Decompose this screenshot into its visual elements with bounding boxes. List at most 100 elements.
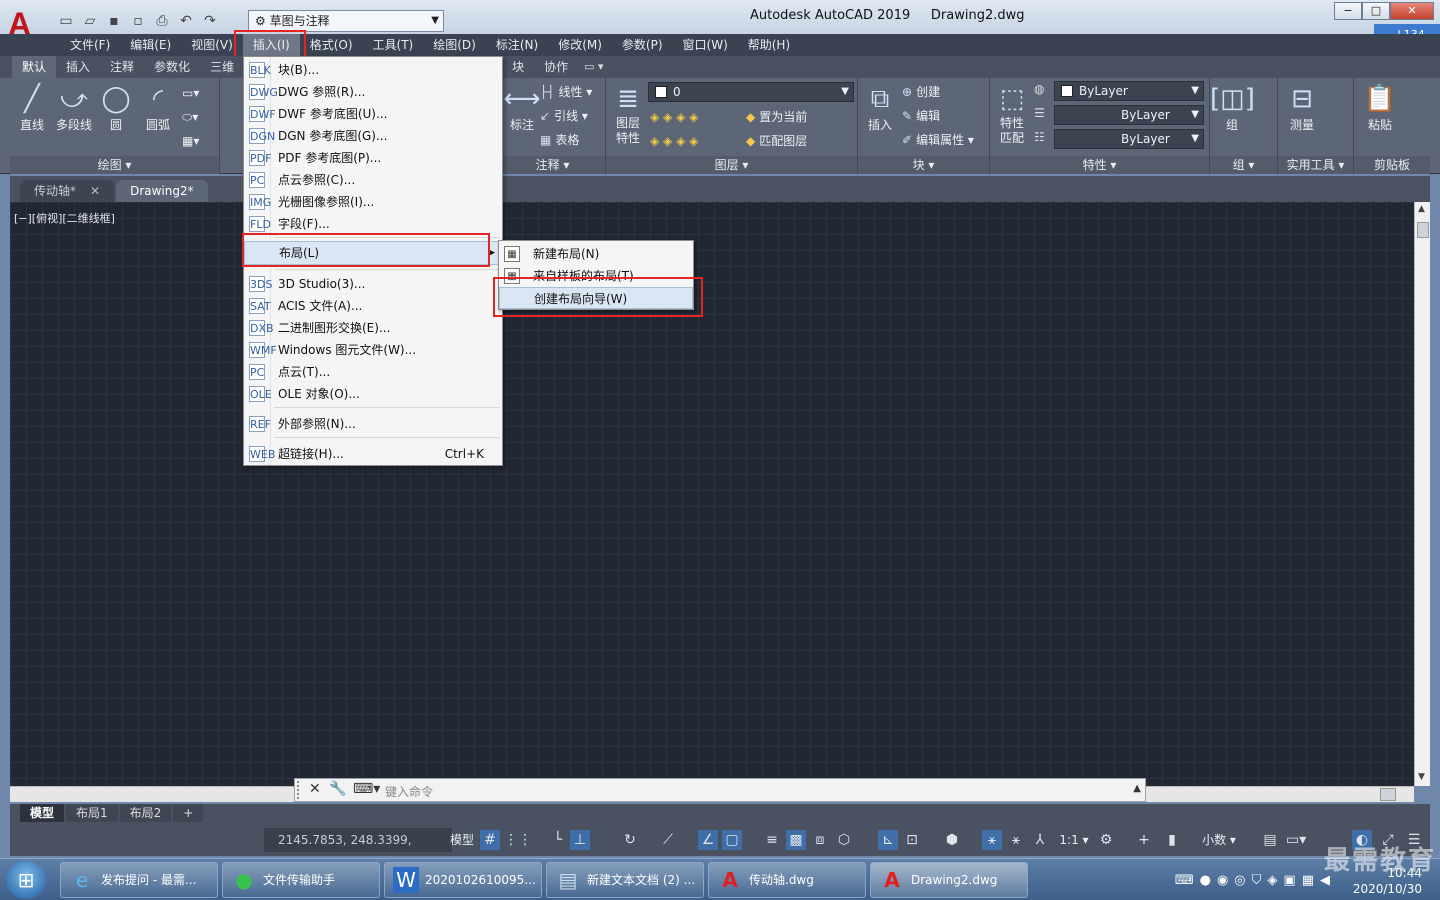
- menu-item-3d-studio[interactable]: 3DS 3D Studio(3)...: [244, 273, 502, 295]
- linetype-dropdown[interactable]: ByLayer ▼: [1054, 105, 1204, 125]
- 3d-osnap-icon[interactable]: ⬡: [834, 830, 854, 850]
- units-dropdown[interactable]: 小数 ▾: [1184, 828, 1254, 852]
- menu-item-point-cloud[interactable]: PC 点云(T)...: [244, 361, 502, 383]
- viewport-controls[interactable]: [−][俯视][二维线框]: [14, 210, 115, 226]
- close-icon[interactable]: ✕: [309, 781, 321, 797]
- grid-icon[interactable]: #: [480, 830, 500, 850]
- close-icon[interactable]: ✕: [90, 184, 100, 198]
- weibo-icon[interactable]: ◎: [1234, 873, 1245, 888]
- command-prompt-icon[interactable]: ⌨▾: [353, 781, 380, 797]
- set-current-button[interactable]: ◆ 置为当前: [746, 106, 807, 128]
- doc-tab-drawing2[interactable]: Drawing2*: [116, 180, 208, 202]
- scroll-thumb[interactable]: [1417, 222, 1429, 238]
- menu-draw[interactable]: 绘图(D): [423, 34, 486, 56]
- auto-scale-icon[interactable]: ⚹: [1006, 830, 1026, 850]
- taskbar-item-ie[interactable]: e 发布提问 - 最需...: [60, 862, 218, 898]
- submenu-item-new-layout[interactable]: ▦ 新建布局(N): [499, 243, 693, 265]
- taskbar-item-autocad-drawing2[interactable]: A Drawing2.dwg: [870, 862, 1028, 898]
- ortho-icon[interactable]: └: [548, 830, 568, 850]
- menu-item-block[interactable]: BLK 块(B)...: [244, 59, 502, 81]
- layer-properties-button[interactable]: ≣ 图层 特性: [606, 82, 650, 146]
- properties-icon[interactable]: ▤: [1260, 830, 1280, 850]
- panel-clipboard-title[interactable]: 剪贴板: [1354, 156, 1430, 174]
- menu-window[interactable]: 窗口(W): [673, 34, 738, 56]
- menu-item-point-cloud-reference[interactable]: PC 点云参照(C)...: [244, 169, 502, 191]
- taskbar-item-wechat[interactable]: ● 文件传输助手: [222, 862, 380, 898]
- gear-icon[interactable]: ⚙: [1096, 830, 1116, 850]
- drawing-canvas[interactable]: [10, 202, 1414, 786]
- gradient-icon[interactable]: ▦▾: [182, 130, 199, 152]
- tab-insert[interactable]: 插入: [56, 56, 100, 78]
- polar-icon[interactable]: ⊥: [570, 830, 590, 850]
- menu-item-dgn-underlay[interactable]: DGN DGN 参考底图(G)...: [244, 125, 502, 147]
- linear-button[interactable]: ├┤ 线性 ▾: [540, 81, 592, 103]
- menu-modify[interactable]: 修改(M): [548, 34, 612, 56]
- table-button[interactable]: ▦ 表格: [540, 129, 579, 151]
- lineweight-dropdown[interactable]: ByLayer ▼: [1054, 129, 1204, 149]
- layer-tools-row2-icon[interactable]: ◈ ◈ ◈ ◈: [650, 130, 698, 152]
- annotation-scale-icon[interactable]: ⅄: [1030, 830, 1050, 850]
- menu-item-pdf-underlay[interactable]: PDF PDF 参考底图(P)...: [244, 147, 502, 169]
- polyline-button[interactable]: ⤻ 多段线: [52, 82, 96, 133]
- taskbar-item-notepad[interactable]: ▤ 新建文本文档 (2) ...: [546, 862, 704, 898]
- panel-layers-title[interactable]: 图层 ▾: [606, 156, 857, 174]
- keyboard-icon[interactable]: ⌨: [1175, 873, 1194, 888]
- panel-properties-title[interactable]: 特性 ▾: [990, 156, 1209, 174]
- arc-button[interactable]: ◜ 圆弧: [136, 82, 180, 133]
- minimize-button[interactable]: −: [1334, 2, 1362, 20]
- tab-block[interactable]: 块: [502, 56, 534, 78]
- paste-button[interactable]: 📋 粘贴: [1358, 82, 1402, 133]
- network-icon[interactable]: ▦: [1302, 873, 1314, 888]
- hatch-icon[interactable]: ⬭▾: [182, 106, 198, 128]
- line-button[interactable]: ╱ 直线: [10, 82, 54, 133]
- color-dropdown[interactable]: ByLayer ▼: [1054, 81, 1204, 101]
- menu-edit[interactable]: 编辑(E): [120, 34, 181, 56]
- menu-item-field[interactable]: FLD 字段(F)...: [244, 213, 502, 235]
- dimension-button[interactable]: ⟷ 标注: [500, 82, 544, 133]
- layout-tab-layout2[interactable]: 布局2: [119, 804, 172, 822]
- menu-item-acis-file[interactable]: SAT ACIS 文件(A)...: [244, 295, 502, 317]
- menu-item-layout[interactable]: 布局(L) ▶: [244, 241, 502, 265]
- menu-item-dwg-reference[interactable]: DWG DWG 参照(R)...: [244, 81, 502, 103]
- save-icon[interactable]: ▪: [104, 12, 124, 30]
- hardware-acceleration-icon[interactable]: ▭▾: [1286, 830, 1306, 850]
- menu-tools[interactable]: 工具(T): [363, 34, 424, 56]
- cube-icon[interactable]: ◈: [1267, 873, 1277, 888]
- group-button[interactable]: [◫] 组: [1210, 82, 1255, 133]
- tab-3d[interactable]: 三维: [200, 56, 244, 78]
- maximize-button[interactable]: □: [1362, 2, 1390, 20]
- new-file-icon[interactable]: ▭: [56, 12, 76, 30]
- menu-item-dxb[interactable]: DXB 二进制图形交换(E)...: [244, 317, 502, 339]
- menu-help[interactable]: 帮助(H): [738, 34, 800, 56]
- object-snap-icon[interactable]: ∠: [698, 830, 718, 850]
- panel-groups-title[interactable]: 组 ▾: [1210, 156, 1277, 174]
- vertical-scrollbar[interactable]: ▲ ▼: [1414, 202, 1430, 786]
- model-space-button[interactable]: 模型: [448, 828, 476, 852]
- annotation-visibility-icon[interactable]: ⚹: [982, 830, 1002, 850]
- layout-tab-model[interactable]: 模型: [20, 804, 65, 822]
- redo-icon[interactable]: ↷: [200, 12, 220, 30]
- menu-view[interactable]: 视图(V): [181, 34, 243, 56]
- taskbar-item-word[interactable]: W 2020102610095...: [384, 862, 542, 898]
- selection-cycling-icon[interactable]: ⧈: [810, 830, 830, 850]
- chevron-up-icon[interactable]: ▲: [1133, 783, 1141, 794]
- plus-icon[interactable]: +: [1134, 830, 1154, 850]
- add-layout-button[interactable]: +: [173, 804, 204, 822]
- lineweight-icon[interactable]: ☷: [1034, 130, 1045, 144]
- menu-dimension[interactable]: 标注(N): [486, 34, 548, 56]
- menu-item-external-references[interactable]: REF 外部参照(N)...: [244, 413, 502, 435]
- circle-button[interactable]: ◯ 圆: [94, 82, 138, 133]
- tab-collaborate[interactable]: 协作: [534, 56, 578, 78]
- leader-button[interactable]: ↙ 引线 ▾: [540, 105, 588, 127]
- wechat-tray-icon[interactable]: ●: [1200, 873, 1211, 888]
- tab-default[interactable]: 默认: [12, 56, 57, 78]
- panel-block-title[interactable]: 块 ▾: [858, 156, 989, 174]
- menu-item-dwf-underlay[interactable]: DWF DWF 参考底图(U)...: [244, 103, 502, 125]
- color-wheel-icon[interactable]: ◍: [1034, 82, 1044, 96]
- lineweight-toggle-icon[interactable]: ≡: [762, 830, 782, 850]
- scroll-thumb[interactable]: [1380, 788, 1396, 801]
- ucs-icon[interactable]: ⊾: [878, 830, 898, 850]
- create-block-button[interactable]: ⊕ 创建: [902, 81, 940, 103]
- wrench-icon[interactable]: 🔧: [329, 781, 346, 797]
- tab-parametric[interactable]: 参数化: [144, 56, 200, 78]
